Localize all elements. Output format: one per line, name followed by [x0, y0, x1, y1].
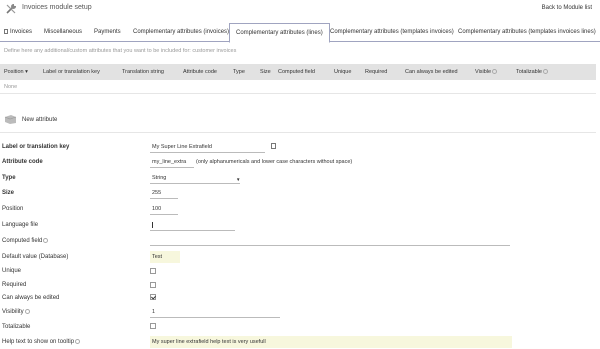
attribute-code-underline — [150, 167, 194, 168]
column-header-can-always-be-edited: Can always be edited — [405, 69, 458, 75]
page-title: Invoices module setup — [22, 4, 92, 11]
tab-payments[interactable]: Payments — [94, 23, 121, 42]
visibility-underline — [150, 317, 280, 318]
visibility-label: Visibility — [2, 309, 30, 315]
help-icon — [492, 69, 498, 75]
empty-table-message: None — [4, 84, 18, 90]
computed-field-label: Computed field — [2, 238, 49, 244]
tab-bar: Invoices Miscellaneous Payments Compleme… — [0, 23, 600, 43]
position-input[interactable]: 100 — [152, 206, 161, 212]
tab-miscellaneous[interactable]: Miscellaneous — [44, 23, 82, 42]
tab-invoices[interactable]: Invoices — [4, 23, 32, 42]
attribute-icon — [4, 115, 17, 124]
type-select[interactable]: String — [152, 175, 166, 181]
column-header-size: Size — [260, 69, 271, 75]
title-bar: Invoices module setup Back to Module lis… — [0, 0, 600, 18]
help-icon — [24, 309, 30, 314]
unique-label: Unique — [2, 268, 22, 274]
help-icon — [43, 238, 49, 243]
column-header-translation: Translation string — [122, 69, 164, 75]
position-label: Position — [2, 206, 24, 212]
language-file-label: Language file — [2, 222, 39, 228]
column-header-unique: Unique — [334, 69, 352, 75]
divider — [0, 132, 596, 133]
translation-picker-icon[interactable] — [271, 143, 276, 149]
help-text-label: Help text to show on tooltip — [2, 339, 81, 345]
column-header-position[interactable]: Position ▾ — [4, 69, 28, 75]
label-key-underline — [150, 152, 265, 153]
column-header-visible: Visible — [475, 69, 498, 75]
attributes-table-header: Position ▾ Label or translation key Tran… — [0, 64, 596, 80]
column-header-label: Label or translation key — [43, 69, 100, 75]
visibility-input[interactable]: 1 — [152, 309, 155, 315]
label-key-label: Label or translation key — [2, 144, 70, 150]
text-cursor — [152, 222, 153, 228]
always-editable-checkbox[interactable] — [150, 294, 156, 300]
tab-complementary-attributes-templates-invoices[interactable]: Complementary attributes (templates invo… — [330, 23, 454, 42]
info-text: Define here any additional/custom attrib… — [4, 48, 237, 54]
type-underline — [150, 183, 240, 184]
column-header-totalizable: Totalizable — [516, 69, 548, 75]
help-text-input[interactable]: My super line extrafield help text is ve… — [152, 339, 266, 345]
help-icon — [543, 69, 548, 75]
column-header-attribute-code: Attribute code — [183, 69, 217, 75]
attribute-code-hint: (only alphanumericals and lower case cha… — [196, 159, 353, 165]
chevron-down-icon: ▼ — [236, 177, 241, 182]
required-checkbox[interactable] — [150, 282, 156, 288]
tab-label: Invoices — [10, 29, 33, 35]
sort-down-icon: ▾ — [25, 69, 28, 75]
unique-checkbox[interactable] — [150, 268, 156, 274]
column-header-required: Required — [365, 69, 388, 75]
size-label: Size — [2, 190, 15, 196]
tools-icon — [6, 3, 17, 14]
position-underline — [150, 214, 178, 215]
new-attribute-title: New attribute — [22, 117, 58, 123]
label-key-input[interactable]: My Super Line Extrafield — [152, 144, 212, 150]
computed-field-underline — [150, 245, 510, 246]
divider — [0, 93, 596, 94]
totalizable-checkbox[interactable] — [150, 323, 156, 329]
default-value-label: Default value (Database) — [2, 254, 69, 260]
size-underline — [150, 198, 178, 199]
attribute-code-label: Attribute code — [2, 159, 43, 165]
invoice-icon — [4, 28, 8, 34]
tab-complementary-attributes-templates-invoices-lines[interactable]: Complementary attributes (templates invo… — [458, 23, 596, 42]
column-header-type: Type — [233, 69, 245, 75]
tab-complementary-attributes-lines[interactable]: Complementary attributes (lines) — [229, 23, 330, 43]
default-value-input[interactable]: Test — [152, 254, 162, 260]
column-header-computed-field: Computed field — [278, 69, 315, 75]
type-label: Type — [2, 175, 16, 181]
size-input[interactable]: 255 — [152, 190, 161, 196]
required-label: Required — [2, 282, 27, 288]
language-file-underline — [150, 230, 235, 231]
attribute-code-input[interactable]: my_line_extra — [152, 159, 186, 165]
totalizable-label: Totalizable — [2, 324, 31, 330]
always-editable-label: Can always be edited — [2, 295, 60, 301]
help-icon — [75, 339, 81, 344]
back-to-module-list-link[interactable]: Back to Module list — [542, 5, 592, 11]
tab-complementary-attributes-invoices[interactable]: Complementary attributes (invoices) — [133, 23, 229, 42]
